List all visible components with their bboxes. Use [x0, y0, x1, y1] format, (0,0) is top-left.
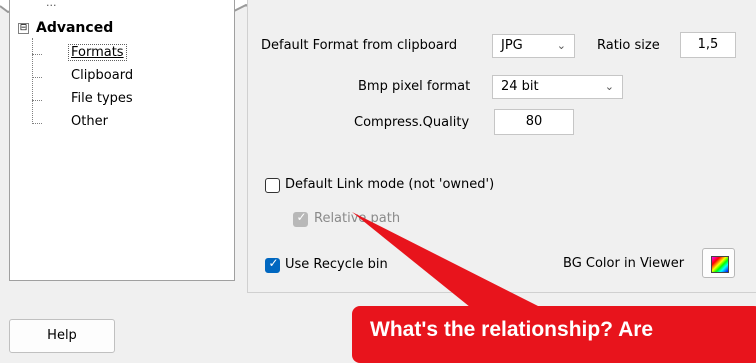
annotation-callout: What's the relationship? Are [352, 306, 756, 363]
callout-text: What's the relationship? Are [370, 318, 654, 341]
